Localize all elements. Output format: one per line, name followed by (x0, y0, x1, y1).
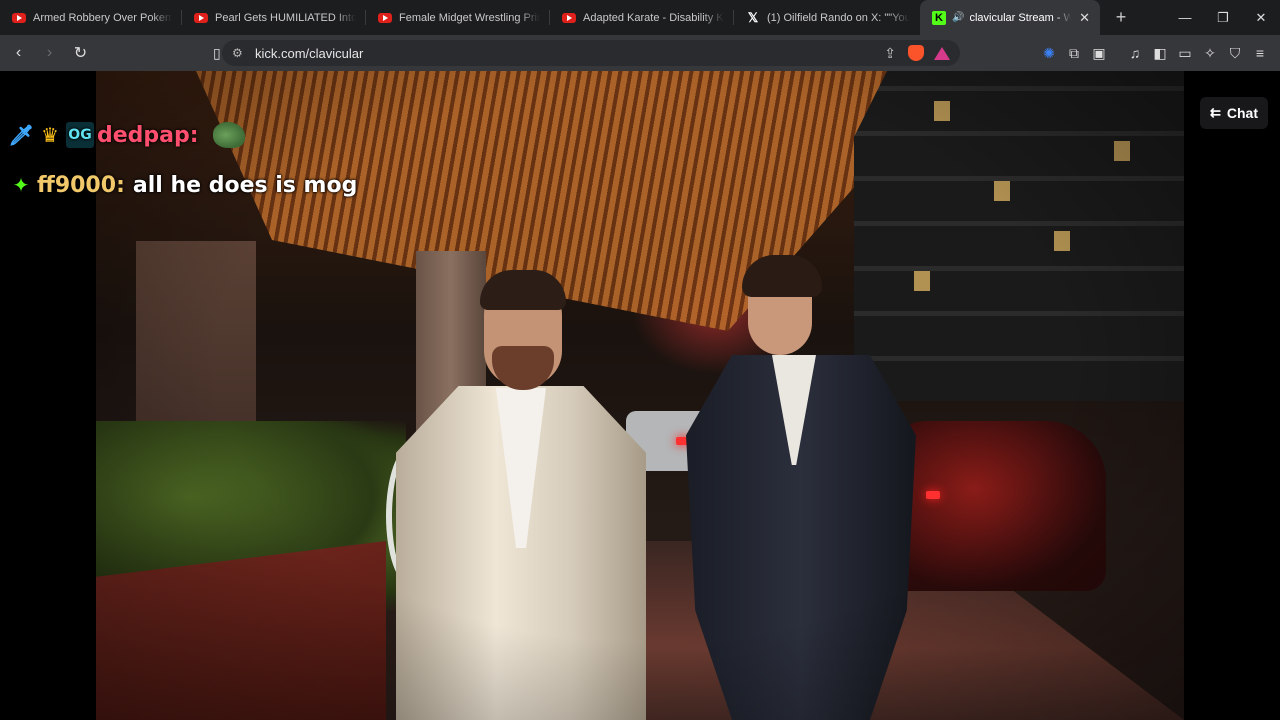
username-colon: : (189, 122, 199, 148)
url-text[interactable]: kick.com/clavicular (255, 46, 363, 61)
extensions-icon[interactable]: ⧉ (1062, 41, 1086, 65)
toolbar-actions: ✺ ⧉ ▣ ♫ ◧ ▭ ✧ ⛉ ≡ (1036, 35, 1272, 71)
tab-title: Armed Robbery Over Pokemon C (33, 11, 172, 24)
address-bar[interactable]: ⚙ kick.com/clavicular ⇪ (222, 40, 960, 66)
kick-icon: K (932, 10, 946, 25)
chat-username[interactable]: dedpap (97, 123, 190, 148)
tab-title: Pearl Gets HUMILIATED Into Sile (215, 11, 356, 24)
close-window-icon[interactable]: ✕ (1242, 0, 1280, 35)
sword-icon: 🗡 (8, 123, 34, 147)
site-info-icon[interactable]: ⚙ (232, 46, 246, 60)
brave-shields-icon[interactable] (908, 45, 924, 61)
tab-title: Female Midget Wrestling Prince (399, 11, 540, 24)
tab-pearl[interactable]: Pearl Gets HUMILIATED Into Sile (182, 0, 366, 35)
vpn-icon[interactable]: ⛉ (1223, 41, 1247, 65)
tab-title: clavicular Stream - Watch (969, 11, 1072, 24)
extension-icon[interactable]: ✺ (1037, 41, 1061, 65)
crown-icon: ♛ (41, 123, 59, 147)
chat-overlay: 🗡 ♛ OG dedpap : ✦ ff9000 : all he does i… (8, 118, 428, 218)
share-icon[interactable]: ⇪ (884, 45, 896, 62)
chat-message: ✦ ff9000 : all he does is mog (8, 168, 428, 202)
sidebar-icon[interactable]: ◧ (1148, 41, 1172, 65)
og-icon: OG (66, 122, 94, 148)
youtube-icon (194, 12, 208, 23)
chat-username[interactable]: ff9000 (37, 173, 116, 198)
maximize-icon[interactable]: ❐ (1204, 0, 1242, 35)
youtube-icon (12, 12, 26, 23)
screenshot-icon[interactable]: ▣ (1087, 41, 1111, 65)
chat-message: 🗡 ♛ OG dedpap : (8, 118, 428, 152)
tab-strip: Armed Robbery Over Pokemon C Pearl Gets … (0, 0, 1280, 35)
close-tab-icon[interactable]: ✕ (1079, 10, 1090, 26)
media-icon[interactable]: ♫ (1123, 41, 1147, 65)
youtube-icon (562, 12, 576, 23)
tab-title: (1) Oilfield Rando on X: ""You co (767, 11, 910, 24)
username-colon: : (116, 172, 125, 198)
tab-armed-robbery[interactable]: Armed Robbery Over Pokemon C (0, 0, 182, 35)
tab-female-midget-wrestling[interactable]: Female Midget Wrestling Prince (366, 0, 550, 35)
gem-icon: ✦ (12, 173, 30, 197)
minimize-icon[interactable]: — (1166, 0, 1204, 35)
chat-button-label: Chat (1226, 105, 1258, 121)
new-tab-button[interactable]: + (1106, 7, 1136, 28)
tab-clavicular-stream[interactable]: K 🔊 clavicular Stream - Watch ✕ (920, 0, 1100, 35)
forward-icon[interactable]: › (37, 41, 62, 66)
reload-icon[interactable]: ↻ (68, 41, 93, 66)
chat-toggle-button[interactable]: ⇇ Chat (1199, 97, 1268, 129)
wallet-icon[interactable]: ▭ (1173, 41, 1197, 65)
leo-ai-icon[interactable]: ✧ (1198, 41, 1222, 65)
collapse-left-icon: ⇇ (1209, 105, 1221, 120)
chat-message-text: all he does is mog (132, 172, 358, 198)
tab-title: Adapted Karate - Disability Kara (583, 11, 724, 24)
speaker-icon[interactable]: 🔊 (952, 12, 964, 23)
brave-rewards-icon[interactable] (934, 46, 950, 60)
tab-oilfield-rando[interactable]: 𝕏 (1) Oilfield Rando on X: ""You co (734, 0, 920, 35)
back-icon[interactable]: ‹ (6, 41, 31, 66)
browser-toolbar: ‹ › ↻ ▯ ⚙ kick.com/clavicular ⇪ ✺ ⧉ ▣ ♫ … (0, 35, 1280, 71)
x-icon: 𝕏 (747, 9, 759, 25)
menu-icon[interactable]: ≡ (1248, 41, 1272, 65)
window-controls: — ❐ ✕ (1166, 0, 1280, 35)
tab-adapted-karate[interactable]: Adapted Karate - Disability Kara (550, 0, 734, 35)
youtube-icon (378, 12, 392, 23)
frog-emote-icon (212, 122, 245, 148)
